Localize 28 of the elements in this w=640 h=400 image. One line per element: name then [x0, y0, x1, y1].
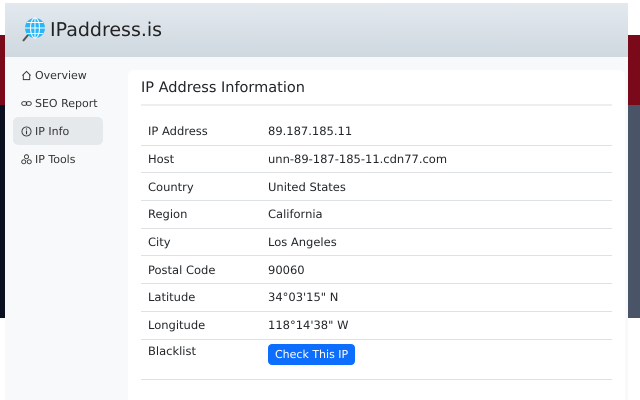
field-value: 89.187.185.11: [268, 124, 352, 138]
field-label: Longitude: [148, 318, 206, 332]
field-value: 118°14'38" W: [268, 318, 348, 332]
sidebar-item[interactable]: SEO Report: [13, 89, 103, 117]
field-value: United States: [268, 180, 346, 194]
boxes-icon: [21, 154, 32, 164]
check-ip-button[interactable]: Check This IP: [268, 344, 356, 364]
field-label: City: [148, 235, 171, 250]
info-icon: [21, 126, 32, 136]
globe-icon: [21, 17, 47, 43]
sidebar-item[interactable]: IP Tools: [13, 145, 103, 173]
card-title: IP Address Information: [141, 70, 612, 106]
field-value: unn-89-187-185-11.cdn77.com: [268, 152, 448, 166]
sidebar-item[interactable]: Overview: [13, 61, 103, 89]
field-label: Country: [148, 180, 194, 194]
field-label: Latitude: [148, 290, 196, 304]
field-label: IP Address: [148, 124, 208, 138]
field-value: California: [268, 207, 323, 222]
sidebar-item[interactable]: IP Info: [13, 117, 103, 145]
field-value: 90060: [268, 262, 305, 277]
field-label: Host: [148, 152, 174, 166]
field-value: 34°03'15" N: [268, 290, 338, 304]
field-label: Postal Code: [148, 262, 216, 277]
field-value: Los Angeles: [268, 235, 337, 250]
field-label: Region: [148, 207, 188, 222]
field-label: Blacklist: [148, 344, 196, 358]
home-icon: [21, 70, 32, 80]
app-title: IPaddress.is: [50, 19, 162, 41]
